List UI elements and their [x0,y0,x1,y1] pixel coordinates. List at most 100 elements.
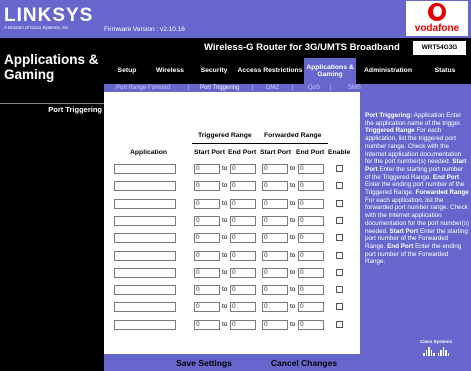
left-sidebar [0,92,104,371]
table-row: 0 to 0 0 to 0 [104,179,360,193]
header-fwd-start-port: Start Port [260,149,291,156]
subtab-qos[interactable]: QoS [308,84,320,92]
subtab-sms[interactable]: SMS [348,84,361,92]
to-label: to [290,165,296,172]
enable-checkbox[interactable] [336,286,343,294]
subtab-port-range-forward[interactable]: Port Range Forward [116,84,170,92]
tab-security[interactable]: Security [192,58,236,84]
forwarded-start-port-input[interactable]: 0 [262,285,288,296]
triggered-end-port-input[interactable]: 0 [230,198,256,209]
application-name-input[interactable] [114,198,176,209]
forwarded-start-port-input[interactable]: 0 [262,250,288,261]
tab-wireless[interactable]: Wireless [148,58,192,84]
forwarded-end-port-input[interactable]: 0 [298,250,324,261]
header-trig-start-port: Start Port [194,149,225,156]
tab-status[interactable]: Status [420,58,470,84]
triggered-start-port-input[interactable]: 0 [194,233,220,244]
triggered-start-port-input[interactable]: 0 [194,302,220,313]
tab-setup[interactable]: Setup [106,58,148,84]
port-triggering-form: Triggered Range Forwarded Range Applicat… [104,92,360,354]
table-row: 0 to 0 0 to 0 [104,197,360,211]
enable-checkbox[interactable] [336,165,343,172]
forwarded-start-port-input[interactable]: 0 [262,215,288,226]
forwarded-end-port-input[interactable]: 0 [298,319,324,330]
forwarded-start-port-input[interactable]: 0 [262,181,288,192]
triggered-end-port-input[interactable]: 0 [230,233,256,244]
forwarded-end-port-input[interactable]: 0 [298,285,324,296]
triggered-end-port-input[interactable]: 0 [230,267,256,278]
header-enable: Enable [328,149,351,156]
page-title-block: Applications & Gaming [0,38,104,92]
forwarded-end-port-input[interactable]: 0 [298,164,324,174]
subtab-port-triggering[interactable]: Port Triggering [200,84,239,92]
subtab-separator: | [292,85,294,91]
tab-access-restrictions[interactable]: Access Restrictions [236,58,304,84]
enable-checkbox[interactable] [336,268,343,276]
triggered-start-port-input[interactable]: 0 [194,250,220,261]
cisco-wordmark: Cisco Systems [419,339,453,344]
triggered-end-port-input[interactable]: 0 [230,302,256,313]
application-name-input[interactable] [114,250,176,261]
application-name-input[interactable] [114,215,176,226]
forwarded-start-port-input[interactable]: 0 [262,302,288,313]
tab-applications-gaming[interactable]: Applications & Gaming [304,58,356,84]
triggered-end-port-input[interactable]: 0 [230,215,256,226]
enable-checkbox[interactable] [336,303,343,311]
forwarded-start-port-input[interactable]: 0 [262,233,288,244]
triggered-start-port-input[interactable]: 0 [194,285,220,296]
save-settings-button[interactable]: Save Settings [160,354,248,371]
application-name-input[interactable] [114,164,176,174]
application-name-input[interactable] [114,233,176,244]
vodafone-wordmark: vodafone [414,23,460,34]
forwarded-end-port-input[interactable]: 0 [298,302,324,313]
to-label: to [222,216,228,224]
triggered-start-port-input[interactable]: 0 [194,164,220,174]
application-name-input[interactable] [114,267,176,278]
application-name-input[interactable] [114,285,176,296]
subtab-dmz[interactable]: DMZ [266,84,279,92]
triggered-end-port-input[interactable]: 0 [230,319,256,330]
tab-administration[interactable]: Administration [356,58,420,84]
enable-checkbox[interactable] [336,320,343,328]
triggered-start-port-input[interactable]: 0 [194,215,220,226]
cancel-changes-button[interactable]: Cancel Changes [256,354,352,371]
triggered-start-port-input[interactable]: 0 [194,181,220,192]
enable-checkbox[interactable] [336,182,343,190]
forwarded-end-port-input[interactable]: 0 [298,181,324,192]
enable-checkbox[interactable] [336,216,343,224]
triggered-end-port-input[interactable]: 0 [230,181,256,192]
top-banner: LINKSYS A Division of Cisco Systems, Inc… [0,0,471,38]
triggered-start-port-input[interactable]: 0 [194,198,220,209]
forwarded-start-port-input[interactable]: 0 [262,164,288,174]
triggered-end-port-input[interactable]: 0 [230,164,256,174]
enable-checkbox[interactable] [336,251,343,259]
forwarded-start-port-input[interactable]: 0 [262,198,288,209]
to-label: to [290,286,296,294]
table-row: 0 to 0 0 to 0 [104,283,360,297]
enable-checkbox[interactable] [336,234,343,242]
to-label: to [222,199,228,207]
table-row: 0 to 0 0 to 0 [104,162,360,176]
product-bar: Wireless-G Router for 3G/UMTS Broadband … [104,38,471,58]
to-label: to [290,234,296,242]
sub-tabs: Port Range Forward | Port Triggering | D… [104,84,471,92]
help-heading-end-2: End Port [387,242,414,250]
to-label: to [290,199,296,207]
help-heading-start-2: Start Port [389,227,419,235]
application-name-input[interactable] [114,181,176,192]
vodafone-logo: vodafone [406,1,468,36]
forwarded-start-port-input[interactable]: 0 [262,267,288,278]
forwarded-end-port-input[interactable]: 0 [298,215,324,226]
triggered-end-port-input[interactable]: 0 [230,250,256,261]
enable-checkbox[interactable] [336,199,343,207]
subtab-separator: | [252,85,254,91]
forwarded-end-port-input[interactable]: 0 [298,233,324,244]
triggered-end-port-input[interactable]: 0 [230,285,256,296]
forwarded-start-port-input[interactable]: 0 [262,319,288,330]
triggered-start-port-input[interactable]: 0 [194,267,220,278]
forwarded-end-port-input[interactable]: 0 [298,198,324,209]
application-name-input[interactable] [114,302,176,313]
application-name-input[interactable] [114,319,176,330]
triggered-start-port-input[interactable]: 0 [194,319,220,330]
forwarded-end-port-input[interactable]: 0 [298,267,324,278]
